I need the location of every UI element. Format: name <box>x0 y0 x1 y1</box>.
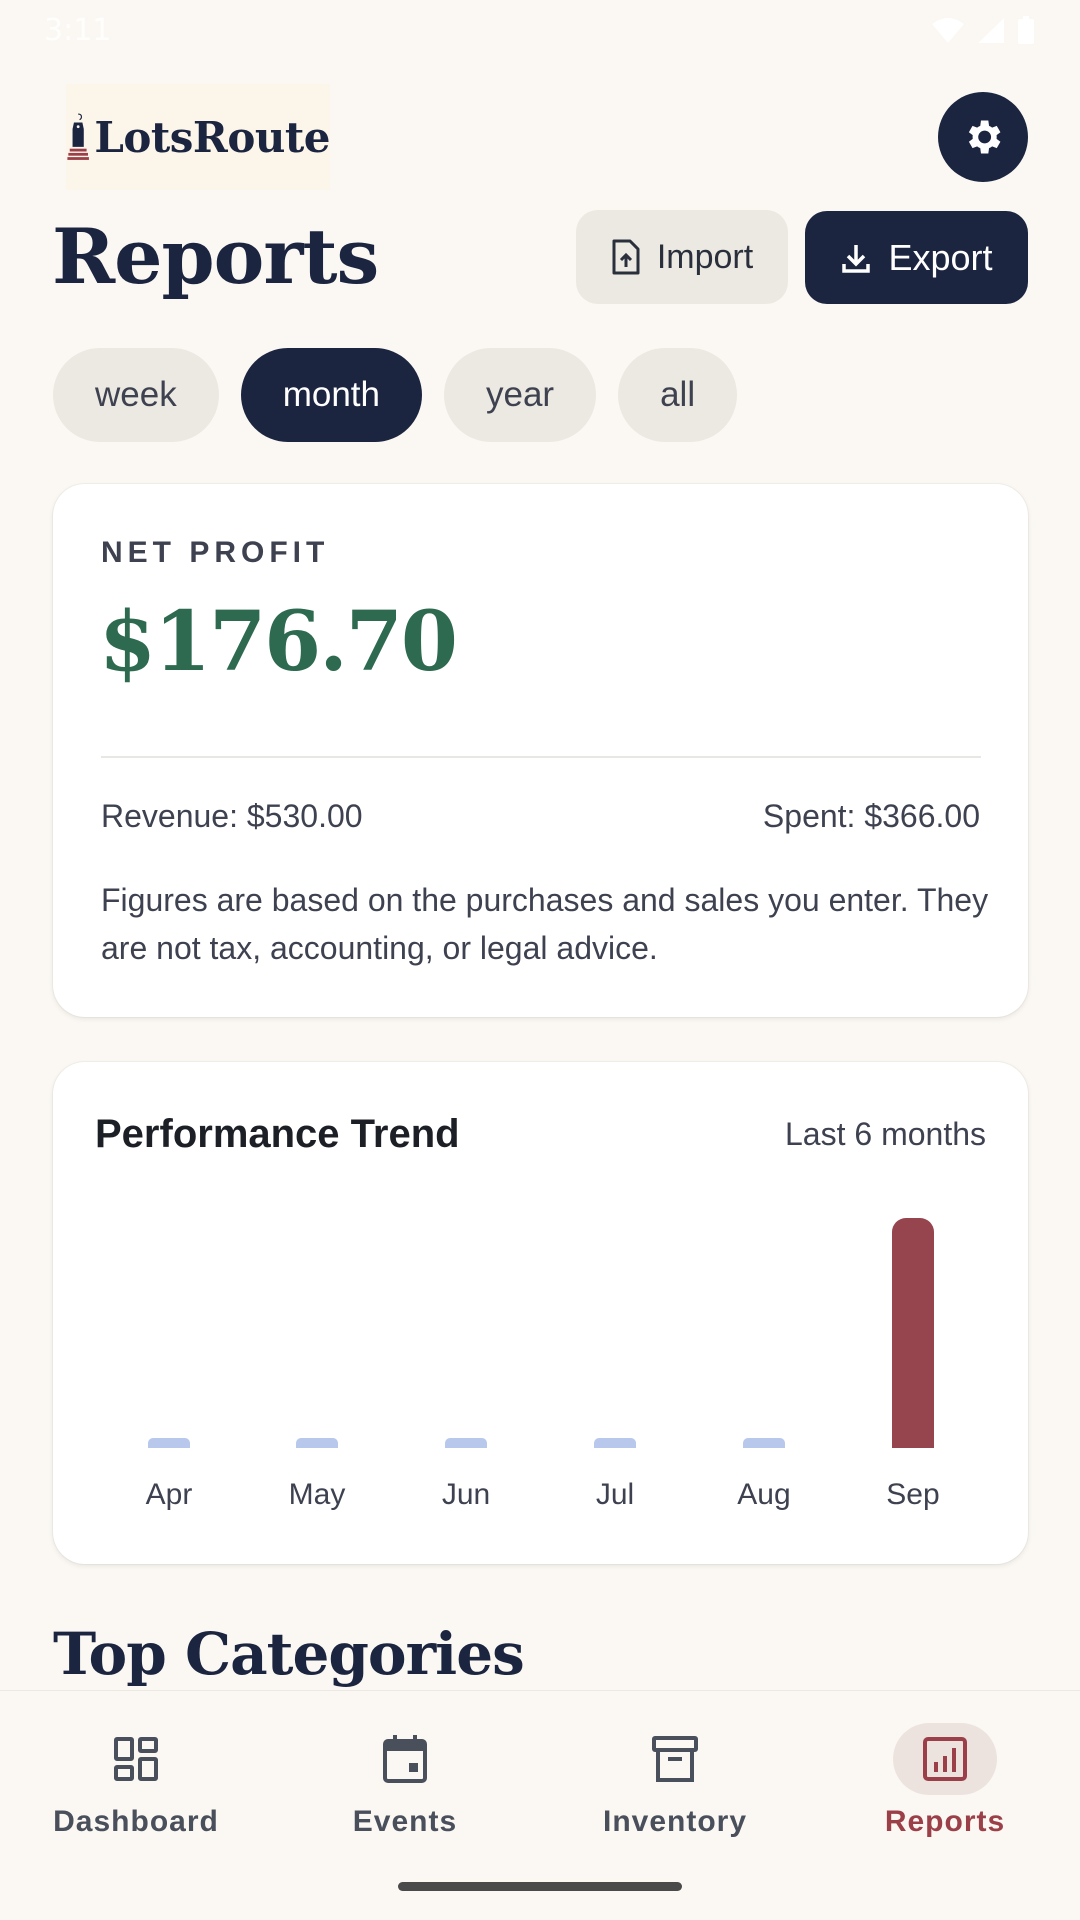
status-bar: 3:11 <box>0 0 1080 60</box>
filter-year[interactable]: year <box>444 348 597 442</box>
nav-label-reports: Reports <box>884 1805 1006 1838</box>
tick-label-jun: Jun <box>442 1478 490 1511</box>
download-icon <box>842 244 871 273</box>
nav-inventory[interactable]: Inventory <box>565 1723 785 1853</box>
chart-icon <box>923 1737 967 1781</box>
file-upload-icon <box>612 239 640 275</box>
calendar-icon <box>383 1735 427 1783</box>
tag-logo-icon <box>67 113 89 160</box>
bar-base-sep <box>892 1432 934 1448</box>
period-filters: week month year all <box>53 348 738 442</box>
net-profit-card: NET PROFIT $176.70 Revenue: $530.00 Spen… <box>53 484 1028 1017</box>
spent-value: Spent: $366.00 <box>762 798 980 834</box>
nav-events[interactable]: Events <box>295 1723 515 1853</box>
filter-all[interactable]: all <box>618 348 738 442</box>
tick-label-jul: Jul <box>596 1478 634 1511</box>
net-profit-label: NET PROFIT <box>101 536 330 569</box>
bar-base-jul <box>594 1443 636 1448</box>
export-label: Export <box>888 236 993 278</box>
tick-label-may: May <box>289 1478 346 1511</box>
app-logo: LotsRoute <box>66 84 330 190</box>
divider <box>101 756 981 758</box>
net-profit-value: $176.70 <box>99 594 458 690</box>
wifi-icon <box>932 18 964 43</box>
page-title: Reports <box>52 212 379 301</box>
archive-icon <box>652 1736 698 1782</box>
nav-label-dashboard: Dashboard <box>53 1805 219 1838</box>
disclaimer-text: Figures are based on the purchases and s… <box>101 882 989 966</box>
top-categories-title: Top Categories <box>53 1620 525 1688</box>
logo-text: LotsRoute <box>94 112 330 162</box>
filter-week[interactable]: week <box>53 348 219 442</box>
battery-icon <box>1018 16 1034 44</box>
revenue-value: Revenue: $530.00 <box>101 798 363 834</box>
status-icons <box>930 15 1036 45</box>
bar-base-apr <box>148 1443 190 1448</box>
bar-base-jun <box>445 1443 487 1448</box>
nav-dashboard[interactable]: Dashboard <box>26 1723 246 1853</box>
nav-label-events: Events <box>352 1805 458 1838</box>
bar-base-aug <box>743 1443 785 1448</box>
settings-button[interactable] <box>938 92 1028 182</box>
trend-chart: Apr May Jun Jul Aug Sep <box>146 1218 940 1511</box>
bar-base-may <box>296 1443 338 1448</box>
dashboard-icon <box>114 1737 158 1781</box>
nav-reports[interactable]: Reports <box>835 1723 1055 1853</box>
tick-label-aug: Aug <box>737 1478 790 1511</box>
home-indicator <box>398 1882 682 1891</box>
nav-label-inventory: Inventory <box>602 1805 748 1838</box>
status-time: 3:11 <box>44 12 112 48</box>
export-button[interactable]: Export <box>805 211 1028 304</box>
tick-label-apr: Apr <box>146 1478 193 1511</box>
signal-icon <box>978 18 1004 43</box>
tick-label-sep: Sep <box>886 1478 939 1511</box>
bar-sep <box>892 1218 934 1448</box>
performance-trend-card: Performance Trend Last 6 months Apr May Ju… <box>53 1062 1028 1564</box>
import-label: Import <box>656 237 754 276</box>
import-button[interactable]: Import <box>576 210 788 304</box>
filter-month[interactable]: month <box>240 348 422 442</box>
gear-icon <box>968 120 1001 154</box>
